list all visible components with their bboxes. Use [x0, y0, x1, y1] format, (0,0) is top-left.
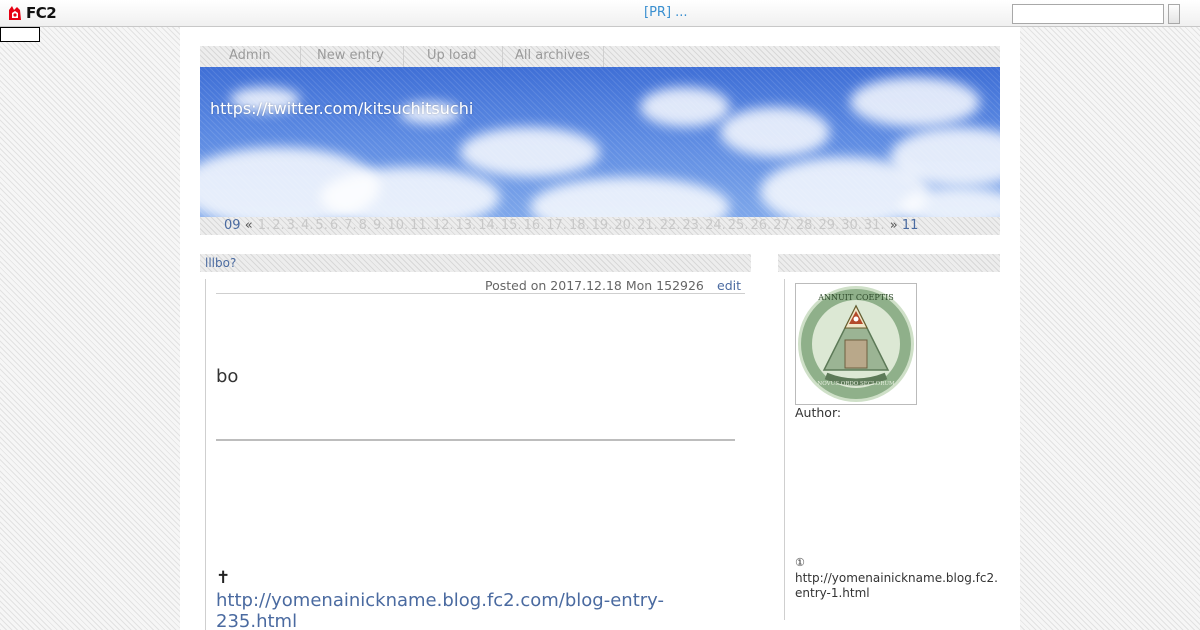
calendar-day: 3. — [286, 218, 300, 233]
circled-number: ① — [795, 556, 805, 569]
calendar-day: 11. — [410, 218, 431, 233]
entry-link[interactable]: http://yomenainickname.blog.fc2.com/blog… — [216, 590, 696, 630]
great-seal-pyramid-icon: ANNUIT COEPTIS NOVUS ORDO SECLORUM — [798, 286, 914, 402]
menu-divider — [502, 46, 503, 67]
fc2-fox-icon — [9, 6, 21, 20]
dagger-symbol: ✝ — [216, 568, 231, 588]
fc2-logo-text: FC2 — [26, 4, 57, 22]
calendar-day: 5. — [315, 218, 328, 233]
calendar-bar: 09 « 1. 2. 3. 4. 5. 6. 7. 8. 9. 10. 11. 12. 13. 14. 15… — [200, 217, 1000, 235]
nav-menu: Admin New entry Up load All archives — [200, 46, 1000, 67]
menu-item-upload[interactable]: Up load — [427, 48, 477, 63]
sidebar-link-text: http://yomenainickname.blog.fc2.entry-1.… — [795, 571, 998, 600]
menu-item-all-archives[interactable]: All archives — [515, 48, 590, 63]
calendar-day: 20. — [614, 218, 636, 233]
calendar-day: 4. — [301, 218, 314, 233]
entry-border — [205, 279, 206, 630]
calendar-day: 31. — [863, 218, 885, 233]
calendar-day: 13. — [455, 218, 477, 233]
calendar-day: 7. — [344, 218, 357, 233]
calendar-day: 17. — [546, 218, 567, 233]
calendar-day: 1. — [257, 218, 271, 233]
calendar-day: 16. — [523, 218, 545, 233]
menu-divider — [300, 46, 301, 67]
pr-link[interactable]: [PR] ... — [644, 5, 688, 20]
calendar-day: 2. — [272, 218, 285, 233]
fc2-toolbar: FC2 [PR] ... — [0, 0, 1200, 27]
sidebar-title-bar — [778, 254, 1000, 272]
calendar-next-month[interactable]: 11 — [902, 218, 919, 233]
blog-header: https://twitter.com/kitsuchitsuchi — [200, 67, 1000, 217]
calendar-day: 30. — [841, 218, 862, 233]
calendar-next-arrow: » — [889, 218, 898, 233]
calendar-day: 19. — [591, 218, 613, 233]
calendar-day: 8. — [358, 218, 372, 233]
entry-title-bar: lllbo? — [200, 254, 751, 272]
calendar-day: 9. — [373, 218, 386, 233]
calendar-day: 23. — [682, 218, 704, 233]
calendar-day: 22. — [659, 218, 681, 233]
menu-item-admin[interactable]: Admin — [229, 48, 270, 63]
calendar-prev-arrow: « — [244, 218, 253, 233]
calendar-prev-month[interactable]: 09 — [224, 218, 241, 233]
edit-link[interactable]: edit — [717, 278, 741, 293]
seal-bottom-text: NOVUS ORDO SECLORUM — [817, 381, 895, 387]
blog-title[interactable]: https://twitter.com/kitsuchitsuchi — [210, 99, 473, 118]
calendar-day: 12. — [432, 218, 454, 233]
menu-divider — [603, 46, 604, 67]
calendar-day: 15. — [500, 218, 522, 233]
search-input[interactable] — [1012, 4, 1164, 24]
calendar-day: 6. — [329, 218, 343, 233]
entry-body-text: bo — [216, 366, 239, 387]
sidebar-border — [784, 279, 785, 620]
seal-top-text: ANNUIT COEPTIS — [817, 293, 893, 302]
author-label: Author: — [795, 405, 842, 420]
avatar: ANNUIT COEPTIS NOVUS ORDO SECLORUM — [795, 283, 917, 405]
calendar-days: 1. 2. 3. 4. 5. 6. 7. 8. 9. 10. 11. 12. 13. 14. 15. 16. 1… — [257, 218, 886, 233]
menu-divider — [403, 46, 404, 67]
entry-meta-divider — [216, 293, 745, 294]
fc2-logo[interactable]: FC2 — [6, 4, 57, 22]
calendar-day: 24. — [705, 218, 726, 233]
calendar-day: 28. — [795, 218, 817, 233]
calendar-day: 29. — [818, 218, 840, 233]
calendar-day: 27. — [773, 218, 794, 233]
calendar-day: 14. — [478, 218, 499, 233]
calendar-day: 25. — [727, 218, 749, 233]
calendar-day: 18. — [568, 218, 590, 233]
small-input-box[interactable] — [0, 27, 40, 42]
calendar-day: 10. — [387, 218, 409, 233]
menu-item-new-entry[interactable]: New entry — [317, 48, 384, 63]
entry-posted-date: Posted on 2017.12.18 Mon 152926 — [485, 278, 704, 293]
entry-horizontal-rule — [216, 439, 735, 441]
calendar-day: 26. — [750, 218, 772, 233]
calendar-day: 21. — [637, 218, 658, 233]
search-button[interactable] — [1168, 4, 1180, 24]
entry-title[interactable]: lllbo? — [205, 256, 236, 270]
